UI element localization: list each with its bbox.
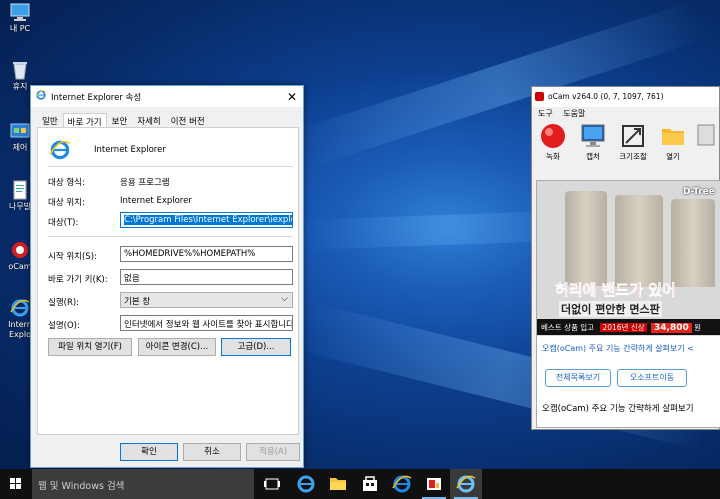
target-type-label: 대상 형식: <box>48 178 85 188</box>
divider <box>48 166 293 167</box>
more-button[interactable] <box>694 123 718 151</box>
target-type-value: 응용 프로그램 <box>120 178 170 188</box>
osoft-go-button[interactable]: 오소프트이동 <box>617 369 687 387</box>
ocam-menubar: 도구 도움말 <box>532 107 719 121</box>
resize-icon <box>620 123 646 149</box>
ad-price: 34,800 <box>651 323 692 333</box>
record-label: 녹화 <box>546 152 560 161</box>
open-button[interactable]: 열기 <box>654 123 692 162</box>
ie-icon <box>456 475 476 493</box>
open-file-location-button[interactable]: 파일 위치 열기(F) <box>48 338 132 356</box>
chevron-down-icon: ⌵ <box>281 294 288 304</box>
taskbar-explorer[interactable] <box>322 469 354 499</box>
ad-post-title: 오캠(oCam) 주요 기능 간략하게 살펴보기 <box>542 404 694 414</box>
ad-new-tag: 2016년 신상 <box>600 323 647 332</box>
taskbar-ocam[interactable] <box>418 469 450 499</box>
ad-headline: 허리에 밴드가 있어 <box>555 281 676 300</box>
run-select-value: 기본 창 <box>124 297 151 307</box>
ad-subline: 더없이 편안한 면스판 <box>559 301 662 317</box>
shortcut-key-label: 바로 가기 키(K): <box>48 275 108 285</box>
record-icon <box>540 123 566 149</box>
close-icon[interactable]: ✕ <box>281 90 303 104</box>
run-label: 실행(R): <box>48 298 80 308</box>
divider <box>48 236 293 237</box>
resize-label: 크기조절 <box>619 152 647 161</box>
advanced-button[interactable]: 고급(D)... <box>221 338 291 356</box>
ad-price-bar: 베스트 상품 입고 2016년 신상 34,800 원 <box>537 319 720 335</box>
app-name: Internet Explorer <box>94 145 166 155</box>
ie-icon <box>48 138 72 165</box>
ocam-titlebar[interactable]: oCam v264.0 (0, 7, 1097, 761) <box>532 87 719 107</box>
taskbar-edge[interactable] <box>290 469 322 499</box>
folder-icon <box>660 123 686 149</box>
task-view-button[interactable] <box>256 469 288 499</box>
start-in-input[interactable]: %HOMEDRIVE%%HOMEPATH% <box>120 246 293 262</box>
ocam-icon <box>9 240 31 260</box>
windows-logo-icon <box>10 478 21 489</box>
ocam-window: oCam v264.0 (0, 7, 1097, 761) 도구 도움말 녹화 … <box>531 86 720 430</box>
ok-button[interactable]: 확인 <box>120 443 178 461</box>
ad-best-label: 베스트 상품 입고 <box>541 323 595 332</box>
computer-icon <box>9 2 31 22</box>
ad-link[interactable]: 오캠(oCam) 주요 기능 간략하게 살펴보기 < <box>542 343 694 354</box>
record-button[interactable]: 녹화 <box>534 123 572 162</box>
taskbar-search-placeholder: 웹 및 Windows 검색 <box>38 481 125 492</box>
ocam-title: oCam v264.0 (0, 7, 1097, 761) <box>548 92 664 101</box>
menu-help[interactable]: 도움말 <box>563 109 585 118</box>
taskbar-ie[interactable] <box>386 469 418 499</box>
run-select[interactable]: 기본 창 ⌵ <box>120 292 293 308</box>
taskbar: 웹 및 Windows 검색 <box>0 469 720 499</box>
cancel-button[interactable]: 취소 <box>183 443 241 461</box>
ad-image[interactable]: D-Tree 허리에 밴드가 있어 더없이 편안한 면스판 베스트 상품 입고 … <box>537 181 720 336</box>
capture-button[interactable]: 캡처 <box>574 123 612 162</box>
dialog-title: Internet Explorer 속성 <box>51 92 142 103</box>
open-label: 열기 <box>666 152 680 161</box>
desktop-icon-label: 내 PC <box>9 24 31 33</box>
ie-icon <box>392 475 412 493</box>
target-value: C:\Program Files\Internet Explorer\iexpl… <box>124 215 292 225</box>
properties-dialog: Internet Explorer 속성 ✕ 일반 바로 가기 보안 자세히 이… <box>30 85 304 468</box>
start-button[interactable] <box>0 469 32 499</box>
taskbar-search-box[interactable]: 웹 및 Windows 검색 <box>32 469 254 499</box>
start-in-label: 시작 위치(S): <box>48 252 97 262</box>
ocam-icon <box>427 478 441 490</box>
shortcut-panel: Internet Explorer 대상 형식: 응용 프로그램 대상 위치: … <box>37 127 299 435</box>
comment-label: 설명(O): <box>48 321 80 331</box>
target-label: 대상(T): <box>48 218 79 228</box>
menu-tools[interactable]: 도구 <box>538 109 553 118</box>
control-panel-icon <box>9 121 31 141</box>
target-location-value: Internet Explorer <box>120 196 192 206</box>
ocam-toolbar: 녹화 캡처 크기조절 열기 <box>532 121 719 165</box>
ad-brand: D-Tree <box>683 187 715 197</box>
dialog-titlebar[interactable]: Internet Explorer 속성 ✕ <box>31 86 303 107</box>
comment-input[interactable]: 인터넷에서 정보와 웹 사이트를 찾아 표시합니다. <box>120 315 293 331</box>
more-icon <box>696 123 716 149</box>
capture-label: 캡처 <box>586 152 600 161</box>
ocam-ad-panel[interactable]: D-Tree 허리에 밴드가 있어 더없이 편안한 면스판 베스트 상품 입고 … <box>536 180 720 428</box>
folder-icon <box>330 478 346 490</box>
apply-button[interactable]: 적용(A) <box>246 443 300 461</box>
taskbar-store[interactable] <box>354 469 386 499</box>
ad-price-unit: 원 <box>694 323 702 332</box>
document-icon <box>9 180 31 200</box>
recycle-bin-icon <box>9 60 31 80</box>
ie-icon <box>35 89 47 104</box>
full-list-button[interactable]: 전체목록보기 <box>545 369 611 387</box>
resize-button[interactable]: 크기조절 <box>614 123 652 162</box>
ocam-icon <box>535 92 544 101</box>
task-view-icon <box>264 478 280 490</box>
monitor-icon <box>580 123 606 149</box>
target-location-label: 대상 위치: <box>48 198 85 208</box>
ie-icon <box>9 298 31 318</box>
shortcut-key-input[interactable]: 없음 <box>120 269 293 285</box>
edge-icon <box>297 475 315 493</box>
desktop-icon-my-pc[interactable]: 내 PC <box>0 2 40 34</box>
change-icon-button[interactable]: 아이콘 변경(C)... <box>138 338 216 356</box>
store-icon <box>363 476 377 491</box>
target-input[interactable]: C:\Program Files\Internet Explorer\iexpl… <box>120 212 293 228</box>
taskbar-ie-active[interactable] <box>450 469 482 499</box>
